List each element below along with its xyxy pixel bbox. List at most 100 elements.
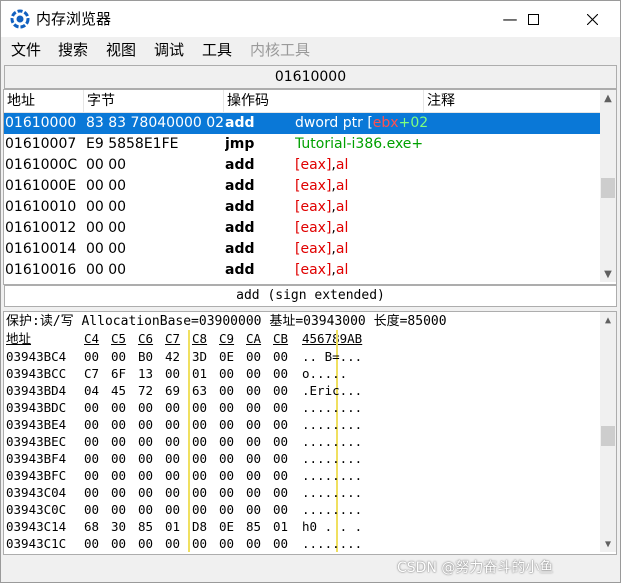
hex-row[interactable]: 03943BF4 00 00 00 00 00 00 00 00........	[4, 450, 600, 467]
hex-byte[interactable]: 00	[273, 450, 288, 467]
scroll-up-icon[interactable]: ▲	[600, 312, 616, 328]
hex-byte[interactable]: 00	[111, 501, 126, 518]
hex-byte[interactable]: 00	[192, 467, 207, 484]
close-button[interactable]	[569, 1, 615, 37]
hex-byte[interactable]: 00	[219, 535, 234, 552]
hex-byte[interactable]: 01	[273, 518, 288, 535]
hex-byte[interactable]: 00	[219, 433, 234, 450]
hex-byte[interactable]: 13	[138, 365, 153, 382]
col-bytes[interactable]: 字节	[84, 90, 224, 112]
scroll-thumb[interactable]	[601, 178, 615, 198]
hex-byte[interactable]: 00	[219, 467, 234, 484]
hex-byte[interactable]: 00	[84, 501, 99, 518]
hex-byte[interactable]: 68	[84, 518, 99, 535]
hex-byte[interactable]: 00	[138, 467, 153, 484]
hex-byte[interactable]: 00	[84, 535, 99, 552]
hex-byte[interactable]: 00	[273, 399, 288, 416]
hex-byte[interactable]: 00	[246, 535, 261, 552]
hex-byte[interactable]: 00	[219, 399, 234, 416]
hex-byte[interactable]: 00	[219, 382, 234, 399]
disassembler-view[interactable]: 地址 字节 操作码 注释 01610000 83 83 78040000 02 ad…	[3, 89, 617, 285]
hex-byte[interactable]: 00	[219, 416, 234, 433]
hex-row[interactable]: 03943BC4 00 00 B0 42 3D 0E 00 00 .. B=...	[4, 348, 600, 365]
hex-byte[interactable]: 00	[84, 416, 99, 433]
hex-byte[interactable]: 00	[219, 365, 234, 382]
hex-byte[interactable]: 00	[246, 348, 261, 365]
hex-byte[interactable]: 00	[192, 433, 207, 450]
hex-row[interactable]: 03943BFC 00 00 00 00 00 00 00 00........	[4, 467, 600, 484]
hex-byte[interactable]: C7	[84, 365, 99, 382]
menu-search[interactable]: 搜索	[58, 41, 88, 59]
hex-byte[interactable]: 00	[219, 484, 234, 501]
maximize-button[interactable]	[510, 1, 556, 37]
hex-byte[interactable]: 00	[219, 450, 234, 467]
scroll-down-icon[interactable]: ▼	[600, 536, 616, 552]
hex-byte[interactable]: 00	[138, 535, 153, 552]
hex-byte[interactable]: 69	[165, 382, 180, 399]
hex-byte[interactable]: D8	[192, 518, 207, 535]
hex-row[interactable]: 03943BCC C7 6F 13 00 01 00 00 00 o.....	[4, 365, 600, 382]
hex-byte[interactable]: 00	[246, 484, 261, 501]
hex-byte[interactable]: 00	[138, 501, 153, 518]
hex-byte[interactable]: 00	[273, 433, 288, 450]
hex-byte[interactable]: 0E	[219, 348, 234, 365]
col-comment[interactable]: 注释	[424, 90, 600, 112]
hex-byte[interactable]: 00	[273, 382, 288, 399]
menu-kernel-tools[interactable]: 内核工具	[250, 41, 310, 59]
hex-byte[interactable]: 72	[138, 382, 153, 399]
hex-byte[interactable]: 00	[246, 382, 261, 399]
hex-row[interactable]: 03943C14 68 30 85 01 D8 0E 85 01 h0 . . .	[4, 518, 600, 535]
hex-byte[interactable]: 00	[111, 416, 126, 433]
hex-byte[interactable]: 00	[273, 365, 288, 382]
hex-byte[interactable]: 00	[165, 484, 180, 501]
hex-byte[interactable]: 00	[246, 365, 261, 382]
hex-byte[interactable]: 00	[165, 433, 180, 450]
hex-byte[interactable]: 00	[111, 450, 126, 467]
hex-byte[interactable]: 00	[165, 416, 180, 433]
hex-row[interactable]: 03943C1C 00 00 00 00 00 00 00 00........	[4, 535, 600, 552]
hex-row[interactable]: 03943C0C 00 00 00 00 00 00 00 00........	[4, 501, 600, 518]
hex-byte[interactable]: 00	[273, 348, 288, 365]
hex-byte[interactable]: 00	[111, 348, 126, 365]
hex-byte[interactable]: 00	[192, 501, 207, 518]
hex-byte[interactable]: 00	[84, 450, 99, 467]
hex-byte[interactable]: 85	[138, 518, 153, 535]
hex-byte[interactable]: 0E	[219, 518, 234, 535]
menu-file[interactable]: 文件	[11, 41, 41, 59]
hex-byte[interactable]: 00	[111, 399, 126, 416]
hex-byte[interactable]: 42	[165, 348, 180, 365]
hex-scrollbar[interactable]: ▲ ▼	[600, 312, 616, 552]
disasm-row[interactable]: 01610012 00 00 add [eax],al	[4, 218, 600, 239]
disasm-scrollbar[interactable]: ▲ ▼	[600, 90, 616, 282]
hex-byte[interactable]: 85	[246, 518, 261, 535]
hex-byte[interactable]: 00	[165, 467, 180, 484]
disasm-row[interactable]: 01610010 00 00 add [eax],al	[4, 197, 600, 218]
hex-row[interactable]: 03943BE4 00 00 00 00 00 00 00 00........	[4, 416, 600, 433]
hex-byte[interactable]: 00	[138, 484, 153, 501]
hex-byte[interactable]: 04	[84, 382, 99, 399]
hex-byte[interactable]: 00	[273, 501, 288, 518]
hex-byte[interactable]: 45	[111, 382, 126, 399]
hex-row[interactable]: 03943BDC 00 00 00 00 00 00 00 00........	[4, 399, 600, 416]
hex-byte[interactable]: 00	[165, 535, 180, 552]
hex-byte[interactable]: 3D	[192, 348, 207, 365]
col-opcode[interactable]: 操作码	[224, 90, 424, 112]
disasm-row[interactable]: 01610007 E9 5858E1FE jmp Tutorial-i386.exe+	[4, 134, 600, 155]
hex-byte[interactable]: 00	[165, 399, 180, 416]
hex-byte[interactable]: 01	[165, 518, 180, 535]
hex-byte[interactable]: 6F	[111, 365, 126, 382]
disasm-row[interactable]: 0161000C 00 00 add [eax],al	[4, 155, 600, 176]
hex-byte[interactable]: 00	[273, 416, 288, 433]
hex-byte[interactable]: 00	[111, 433, 126, 450]
hex-byte[interactable]: 00	[138, 450, 153, 467]
hex-byte[interactable]: 00	[246, 501, 261, 518]
hex-byte[interactable]: 30	[111, 518, 126, 535]
hex-byte[interactable]: 00	[111, 484, 126, 501]
col-address[interactable]: 地址	[4, 90, 84, 112]
hex-byte[interactable]: 00	[84, 433, 99, 450]
hex-byte[interactable]: 00	[273, 467, 288, 484]
hex-byte[interactable]: 00	[84, 348, 99, 365]
hex-byte[interactable]: 00	[246, 416, 261, 433]
hex-byte[interactable]: 00	[273, 535, 288, 552]
hex-byte[interactable]: 00	[192, 399, 207, 416]
